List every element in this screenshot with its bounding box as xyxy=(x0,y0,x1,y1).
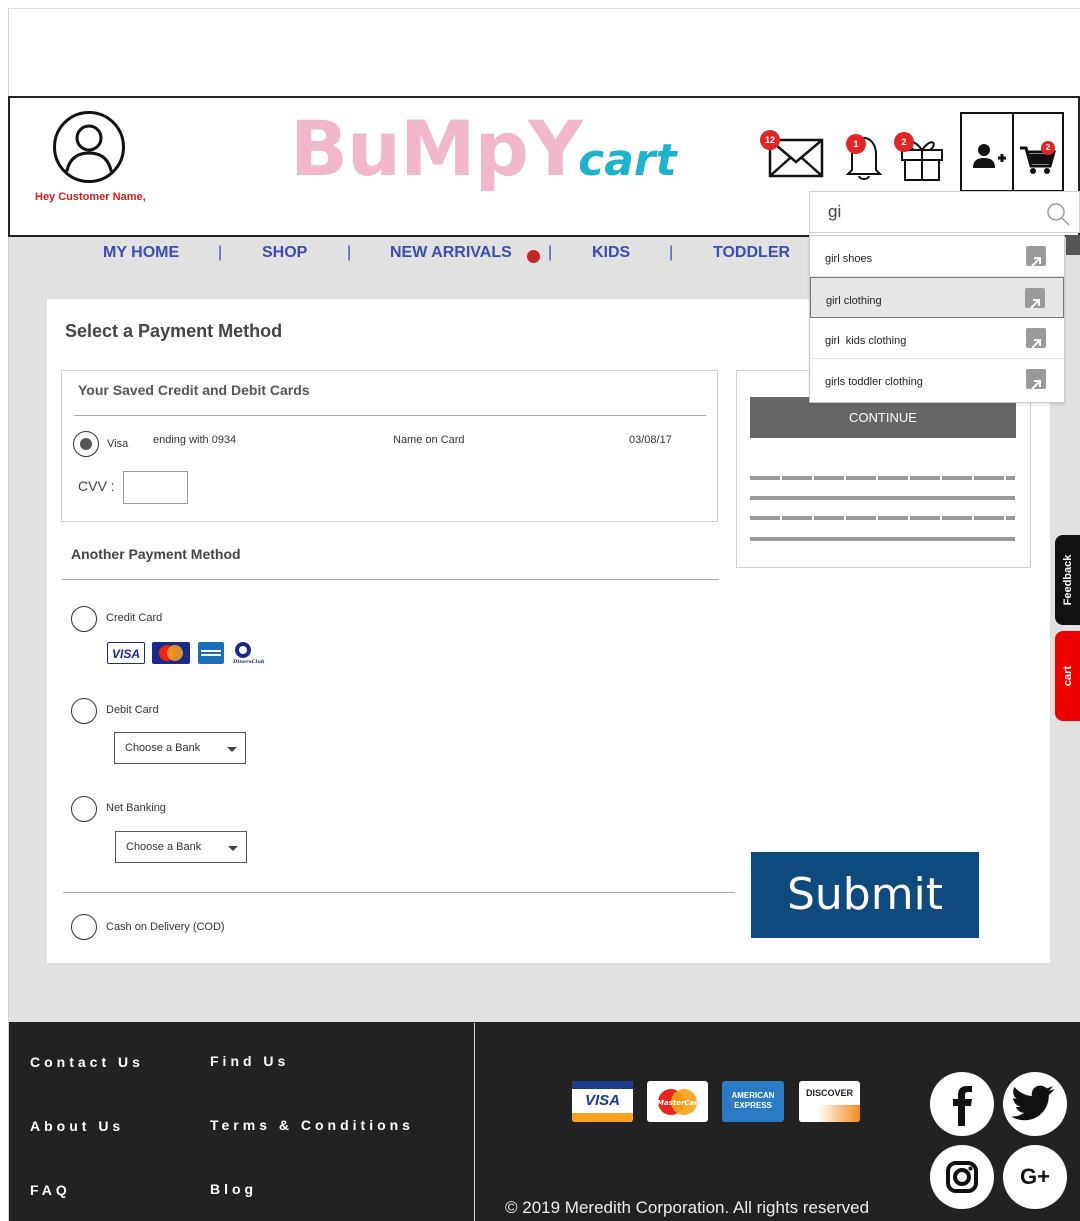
open-arrow-icon[interactable] xyxy=(1026,328,1046,349)
diners-club-logo: DinersClub xyxy=(229,640,265,665)
bell-badge: 1 xyxy=(846,134,866,154)
site-logo[interactable]: BuMpYcart xyxy=(290,104,677,193)
google-plus-icon[interactable]: G+ xyxy=(1003,1145,1067,1209)
debit-bank-select[interactable]: Choose a Bank xyxy=(114,732,246,764)
divider xyxy=(63,892,735,893)
saved-card-name: Name on Card xyxy=(393,434,465,446)
cvv-label: CVV : xyxy=(78,478,115,494)
credit-card-radio[interactable] xyxy=(71,606,97,632)
search-input[interactable]: gi xyxy=(809,191,1080,233)
visa-logo: VISA xyxy=(107,642,145,664)
nav-item-shop[interactable]: SHOP xyxy=(262,244,307,262)
search-suggestions: girl shoes girl clothing girl kids cloth… xyxy=(809,235,1065,403)
saved-card-ending: ending with 0934 xyxy=(153,434,237,446)
amex-logo xyxy=(198,642,224,664)
svg-text:DinersClub: DinersClub xyxy=(232,659,265,664)
nav-separator: | xyxy=(548,244,553,261)
cart-tab[interactable]: cart xyxy=(1055,631,1080,721)
suggestion-item[interactable]: girl kids clothing xyxy=(810,318,1064,359)
cart-button[interactable]: 2 xyxy=(1014,114,1064,190)
divider xyxy=(62,579,719,580)
chevron-down-icon xyxy=(228,846,238,851)
debit-card-label: Debit Card xyxy=(106,704,159,716)
gift-badge: 2 xyxy=(894,132,914,152)
another-method-title: Another Payment Method xyxy=(71,546,241,562)
shopping-cart-icon xyxy=(1020,146,1056,174)
add-user-icon xyxy=(973,144,1006,168)
gift-icon[interactable]: 2 xyxy=(892,132,948,187)
suggestion-item[interactable]: girl clothing xyxy=(810,277,1064,318)
footer-link-find-us[interactable]: Find Us xyxy=(210,1053,289,1069)
nav-separator: | xyxy=(669,244,674,261)
divider xyxy=(74,415,706,416)
footer-visa-logo: VISA xyxy=(572,1081,633,1122)
footer-amex-logo: AMERICAN EXPRESS xyxy=(722,1081,784,1122)
logo-main: BuMpY xyxy=(290,104,583,193)
mail-badge: 12 xyxy=(760,130,780,150)
twitter-icon[interactable] xyxy=(1003,1072,1067,1136)
bell-icon[interactable]: 1 xyxy=(844,132,884,187)
feedback-tab[interactable]: Feedback xyxy=(1055,535,1080,625)
page-title: Select a Payment Method xyxy=(65,321,283,341)
facebook-icon[interactable] xyxy=(930,1072,994,1136)
cod-label: Cash on Delivery (COD) xyxy=(106,921,225,933)
nav-item-toddler[interactable]: TODDLER xyxy=(713,244,790,262)
saved-card-radio[interactable] xyxy=(73,431,99,457)
logo-sub: cart xyxy=(578,135,677,186)
main-nav: MY HOME | SHOP | NEW ARRIVALS | KIDS | T… xyxy=(9,237,809,271)
greeting-text: Hey Customer Name, xyxy=(35,191,146,203)
search-icon[interactable] xyxy=(1045,201,1071,232)
new-indicator-dot xyxy=(527,250,540,263)
cvv-input[interactable] xyxy=(123,471,188,504)
submit-button[interactable]: Submit xyxy=(751,852,979,938)
mail-icon[interactable]: 12 xyxy=(760,130,826,185)
footer-divider xyxy=(474,1023,475,1221)
svg-text:MasterCard: MasterCard xyxy=(657,1099,704,1107)
open-arrow-icon[interactable] xyxy=(1026,369,1046,390)
suggestion-item[interactable]: girl shoes xyxy=(810,236,1064,277)
user-avatar-icon[interactable] xyxy=(53,111,125,183)
debit-card-radio[interactable] xyxy=(71,698,97,724)
summary-placeholder-line xyxy=(750,476,1015,480)
saved-cards-title: Your Saved Credit and Debit Cards xyxy=(78,382,310,398)
search-value: gi xyxy=(828,202,842,221)
open-arrow-icon[interactable] xyxy=(1026,246,1046,267)
header-strip xyxy=(1066,235,1080,255)
continue-button[interactable]: CONTINUE xyxy=(750,397,1016,438)
open-arrow-icon[interactable] xyxy=(1025,288,1045,309)
footer-mastercard-logo: MasterCard xyxy=(647,1081,708,1122)
add-user-button[interactable] xyxy=(962,114,1014,190)
nav-item-my-home[interactable]: MY HOME xyxy=(103,244,179,262)
footer-discover-logo: DISCOVER xyxy=(799,1081,860,1122)
mastercard-logo xyxy=(152,642,190,664)
footer-link-blog[interactable]: Blog xyxy=(210,1181,257,1197)
cart-badge: 2 xyxy=(1041,141,1055,155)
account-cart-box: 2 xyxy=(960,112,1064,192)
suggestion-item[interactable]: girls toddler clothing xyxy=(810,359,1064,400)
summary-placeholder-line xyxy=(750,516,1015,520)
footer-link-about-us[interactable]: About Us xyxy=(30,1118,124,1134)
net-banking-label: Net Banking xyxy=(106,802,166,814)
footer-link-terms[interactable]: Terms & Conditions xyxy=(210,1117,414,1133)
instagram-icon[interactable] xyxy=(930,1145,994,1209)
nav-separator: | xyxy=(347,244,352,261)
saved-card-expiry: 03/08/17 xyxy=(629,434,672,446)
summary-placeholder-line xyxy=(750,496,1015,500)
site-footer xyxy=(9,1022,1080,1221)
footer-link-faq[interactable]: FAQ xyxy=(30,1182,71,1198)
net-banking-radio[interactable] xyxy=(71,796,97,822)
nav-item-new-arrivals[interactable]: NEW ARRIVALS xyxy=(390,244,512,262)
summary-placeholder-line xyxy=(750,537,1015,541)
chevron-down-icon xyxy=(227,747,237,752)
credit-card-label: Credit Card xyxy=(106,612,163,624)
nav-item-kids[interactable]: KIDS xyxy=(592,244,630,262)
saved-card-brand: Visa xyxy=(107,438,129,450)
footer-link-contact-us[interactable]: Contact Us xyxy=(30,1054,144,1070)
netbanking-bank-select[interactable]: Choose a Bank xyxy=(115,831,247,863)
cod-radio[interactable] xyxy=(71,914,97,940)
nav-separator: | xyxy=(218,244,223,261)
copyright-text: © 2019 Meredith Corporation. All rights … xyxy=(505,1198,870,1217)
